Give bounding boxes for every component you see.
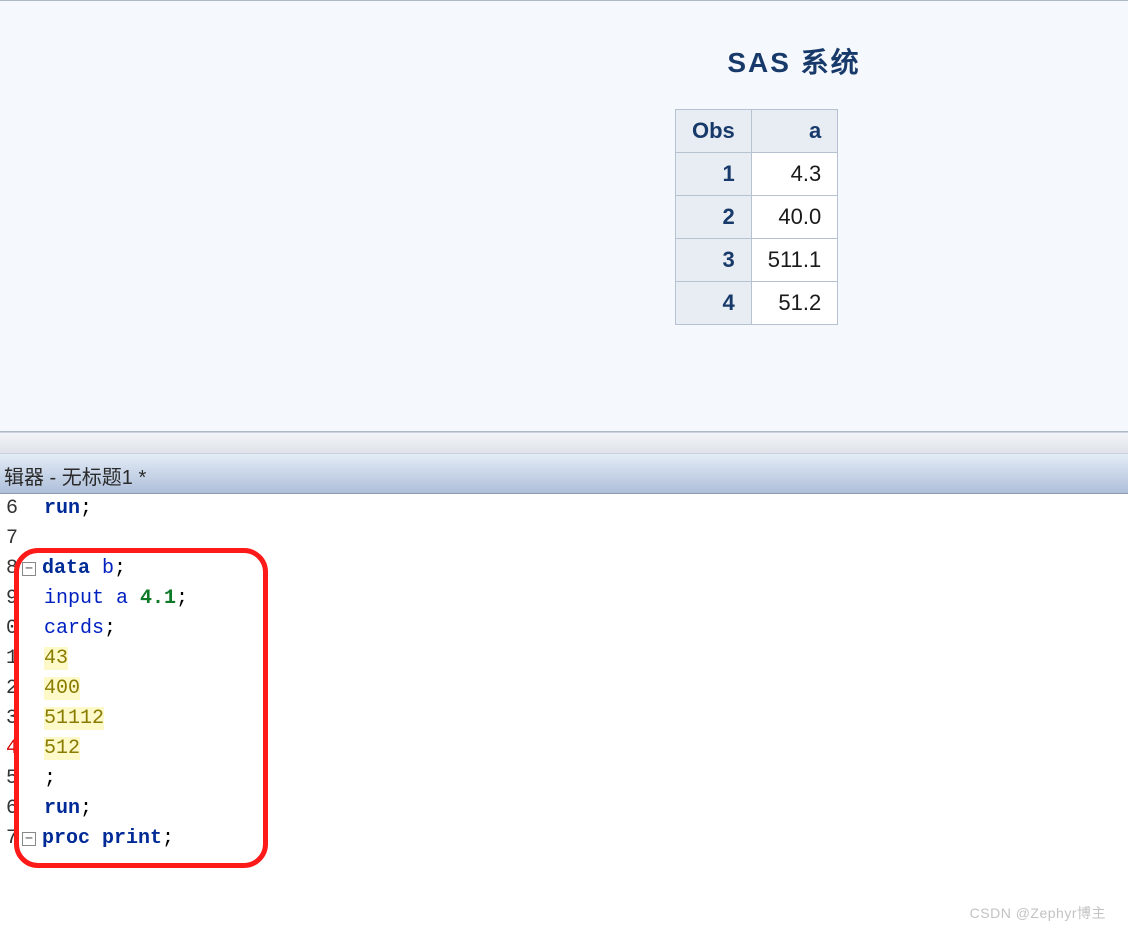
token-data-lit: 43 — [44, 647, 68, 670]
token-semi: ; — [162, 827, 174, 850]
obs-cell: 4 — [676, 282, 752, 325]
token-semi: ; — [176, 587, 188, 610]
table-row: 3511.1 — [676, 239, 838, 282]
token-semi: ; — [80, 497, 92, 520]
code-line[interactable]: 5; — [0, 764, 1128, 794]
token-kw: run — [44, 497, 80, 520]
output-table: Obs a 14.3240.03511.1451.2 — [675, 109, 838, 325]
table-row: 240.0 — [676, 196, 838, 239]
table-header-row: Obs a — [676, 110, 838, 153]
value-cell: 51.2 — [751, 282, 837, 325]
code-line[interactable]: 7 — [0, 524, 1128, 554]
token-semi: ; — [104, 617, 116, 640]
fold-toggle-icon[interactable]: − — [22, 832, 36, 846]
code-content[interactable]: run; — [40, 494, 92, 524]
line-number: 6 — [0, 494, 18, 524]
line-number: 8 — [0, 554, 18, 584]
code-content[interactable]: data b; — [38, 554, 126, 584]
editor-titlebar: 辑器 - 无标题1 * — [0, 454, 1128, 494]
token-ident: cards — [44, 617, 104, 640]
token-fmt: 4.1 — [140, 587, 176, 610]
fold-toggle-icon[interactable]: − — [22, 562, 36, 576]
code-content[interactable]: proc print; — [38, 824, 174, 854]
code-content[interactable]: 512 — [40, 734, 80, 764]
code-line[interactable]: 6 run; — [0, 794, 1128, 824]
token-ident: input — [44, 587, 104, 610]
code-line[interactable]: 8−data b; — [0, 554, 1128, 584]
token-kw: data — [42, 557, 90, 580]
line-number: 3 — [0, 704, 18, 734]
line-number: 6 — [0, 794, 18, 824]
token-data-lit: 400 — [44, 677, 80, 700]
line-number: 0 — [0, 614, 18, 644]
table-row: 14.3 — [676, 153, 838, 196]
code-line[interactable]: 6 run; — [0, 494, 1128, 524]
value-cell: 4.3 — [751, 153, 837, 196]
code-line[interactable]: 3 51112 — [0, 704, 1128, 734]
editor-title-text: 辑器 - 无标题1 * — [4, 467, 146, 489]
code-content[interactable]: 43 — [40, 644, 68, 674]
pane-divider[interactable] — [0, 432, 1128, 454]
code-content[interactable]: run; — [40, 794, 92, 824]
token-semi: ; — [44, 767, 56, 790]
token-ident: b — [90, 557, 114, 580]
token-data-lit: 512 — [44, 737, 80, 760]
line-number: 4 — [0, 734, 18, 764]
code-line[interactable]: 1 43 — [0, 644, 1128, 674]
code-line[interactable]: 4 512 — [0, 734, 1128, 764]
line-number: 7 — [0, 824, 18, 854]
obs-cell: 1 — [676, 153, 752, 196]
token-ident: a — [104, 587, 140, 610]
col-header-a: a — [751, 110, 837, 153]
code-line[interactable]: 0 cards; — [0, 614, 1128, 644]
watermark: CSDN @Zephyr博主 — [970, 903, 1106, 923]
token-semi: ; — [80, 797, 92, 820]
line-number: 1 — [0, 644, 18, 674]
line-number: 9 — [0, 584, 18, 614]
obs-cell: 3 — [676, 239, 752, 282]
line-number: 7 — [0, 524, 18, 554]
token-data-lit: 51112 — [44, 707, 104, 730]
code-content[interactable]: 400 — [40, 674, 80, 704]
value-cell: 40.0 — [751, 196, 837, 239]
code-line[interactable]: 7−proc print; — [0, 824, 1128, 854]
token-kw: run — [44, 797, 80, 820]
token-semi: ; — [114, 557, 126, 580]
table-row: 451.2 — [676, 282, 838, 325]
code-content[interactable]: ; — [40, 764, 56, 794]
code-content[interactable]: input a 4.1; — [40, 584, 188, 614]
line-number: 5 — [0, 764, 18, 794]
output-title: SAS 系统 — [460, 41, 1128, 81]
code-line[interactable]: 2 400 — [0, 674, 1128, 704]
line-number: 2 — [0, 674, 18, 704]
col-header-obs: Obs — [676, 110, 752, 153]
token-kw: proc print — [42, 827, 162, 850]
code-content[interactable]: 51112 — [40, 704, 104, 734]
code-line[interactable]: 9 input a 4.1; — [0, 584, 1128, 614]
obs-cell: 2 — [676, 196, 752, 239]
code-content[interactable]: cards; — [40, 614, 116, 644]
value-cell: 511.1 — [751, 239, 837, 282]
editor-pane[interactable]: 6run;78−data b;9input a 4.1;0cards;14324… — [0, 494, 1128, 933]
output-pane: SAS 系统 Obs a 14.3240.03511.1451.2 — [0, 0, 1128, 432]
